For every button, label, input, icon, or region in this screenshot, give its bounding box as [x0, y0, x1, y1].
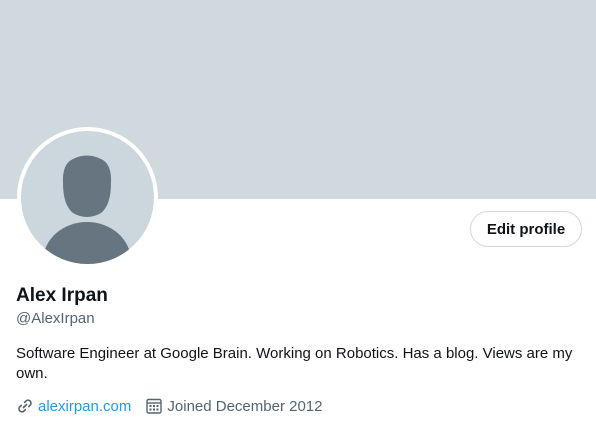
calendar-icon	[145, 397, 163, 415]
profile-bio: Software Engineer at Google Brain. Worki…	[16, 345, 573, 382]
default-avatar-icon	[21, 131, 154, 264]
edit-profile-button[interactable]: Edit profile	[470, 211, 582, 247]
website-link[interactable]: alexirpan.com	[38, 398, 131, 415]
profile-name: Alex Irpan	[16, 285, 108, 306]
profile-handle: @AlexIrpan	[16, 310, 95, 327]
avatar-silhouette-icon	[43, 155, 131, 264]
joined-date: Joined December 2012	[167, 397, 323, 415]
profile-meta: alexirpan.com Joined December 2012	[16, 396, 323, 416]
avatar[interactable]	[17, 127, 158, 268]
link-icon	[16, 397, 34, 415]
